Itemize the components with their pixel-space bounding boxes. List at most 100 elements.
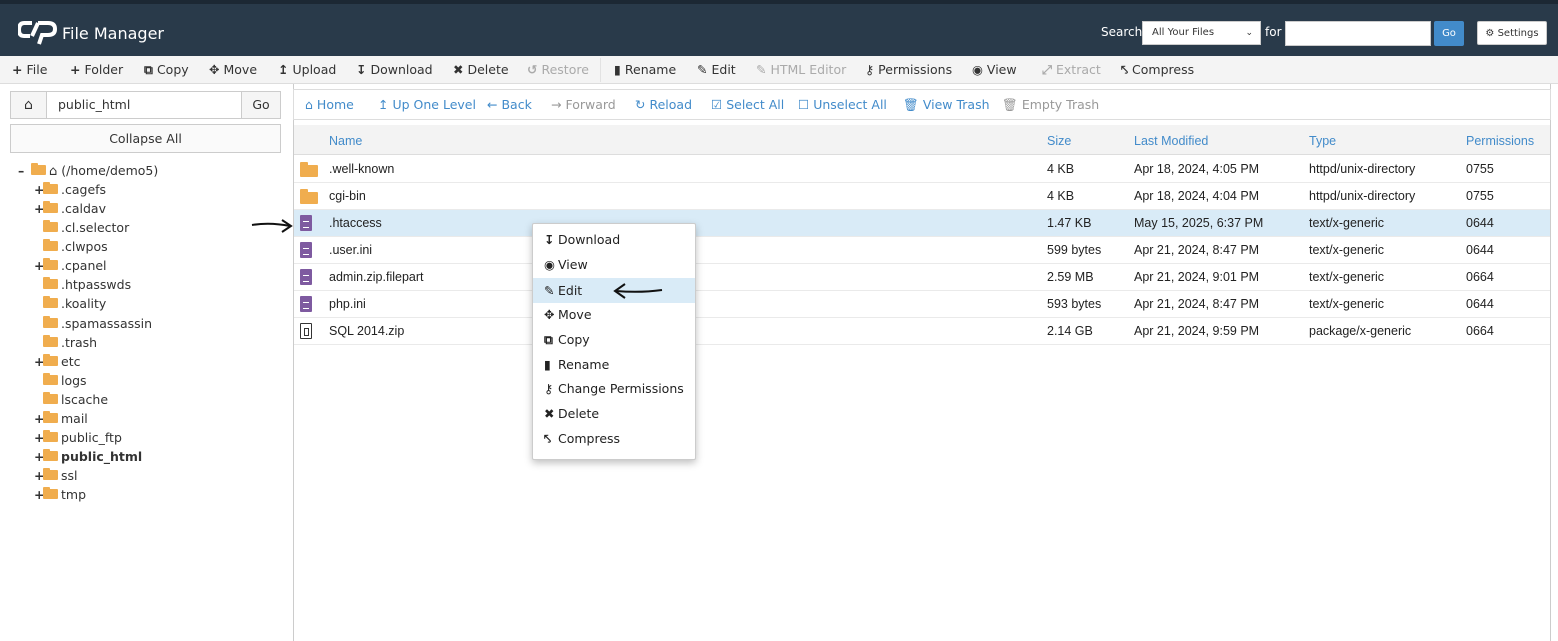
ctx-copy-label: Copy xyxy=(558,332,590,347)
path-input[interactable]: public_html xyxy=(46,91,242,119)
compress-icon: ⤣ xyxy=(1121,62,1129,77)
tree-item[interactable]: .koality xyxy=(34,296,106,314)
tree-item[interactable]: + etc xyxy=(34,354,80,372)
nav-back-button[interactable]: ← Back xyxy=(487,97,532,112)
view-trash-button[interactable]: 🗑 View Trash xyxy=(903,97,990,113)
upload-button[interactable]: ↥ Upload xyxy=(278,62,336,77)
nav-up-button[interactable]: ↥ Up One Level xyxy=(378,97,476,112)
move-button[interactable]: ✥ Move xyxy=(209,62,257,77)
copy-button[interactable]: ⧉ Copy xyxy=(144,62,189,78)
tree-item[interactable]: + public_html xyxy=(34,449,142,467)
tree-item-label: .trash xyxy=(61,335,98,350)
table-row[interactable]: .htaccess 1.47 KB May 15, 2025, 6:37 PM tex… xyxy=(294,210,1550,237)
tree-root[interactable]: – ⌂ (/home/demo5) xyxy=(18,163,158,181)
search-label: Search xyxy=(1101,25,1143,39)
unselect-all-label: Unselect All xyxy=(813,97,887,112)
unselect-all-button[interactable]: ☐ Unselect All xyxy=(798,97,887,112)
plus-icon[interactable]: + xyxy=(34,487,44,502)
ctx-copy[interactable]: ⧉ Copy xyxy=(533,327,695,352)
download-button[interactable]: ↧ Download xyxy=(356,62,433,77)
rename-button[interactable]: ▮ Rename xyxy=(614,62,676,77)
ctx-view[interactable]: ◉ View xyxy=(533,252,695,277)
compress-label: Compress xyxy=(1132,62,1195,77)
tree-item[interactable]: + mail xyxy=(34,411,88,429)
settings-button[interactable]: ⚙ Settings xyxy=(1477,21,1547,45)
permissions-button[interactable]: ⚷ Permissions xyxy=(865,62,952,77)
eye-icon: ◉ xyxy=(544,257,555,272)
tree-item[interactable]: + tmp xyxy=(34,487,86,505)
path-go-button[interactable]: Go xyxy=(241,91,281,119)
edit-button[interactable]: ✎ Edit xyxy=(697,62,736,77)
folder-icon xyxy=(43,392,58,404)
search-go-button[interactable]: Go xyxy=(1434,21,1464,46)
edit-square-icon: ✎ xyxy=(756,62,767,77)
plus-icon[interactable]: + xyxy=(34,201,44,216)
tree-item[interactable]: + .caldav xyxy=(34,201,106,219)
extract-button[interactable]: ⤢ Extract xyxy=(1042,62,1101,78)
tree-item[interactable]: + public_ftp xyxy=(34,430,122,448)
ctx-compress[interactable]: ⤣ Compress xyxy=(533,426,695,451)
delete-button[interactable]: ✖ Delete xyxy=(453,62,509,77)
empty-trash-button[interactable]: 🗑 Empty Trash xyxy=(1002,97,1099,113)
key-icon: ⚷ xyxy=(865,62,875,77)
ctx-move[interactable]: ✥ Move xyxy=(533,302,695,327)
square-icon: ☐ xyxy=(798,97,810,112)
ctx-download[interactable]: ↧ Download xyxy=(533,227,695,252)
tree-item[interactable]: .htpasswds xyxy=(34,277,131,295)
tree-item[interactable]: + ssl xyxy=(34,468,78,486)
ctx-delete[interactable]: ✖ Delete xyxy=(533,401,695,426)
table-row[interactable]: .well-known 4 KB Apr 18, 2024, 4:05 PM http… xyxy=(294,156,1550,183)
table-row[interactable]: .user.ini 599 bytes Apr 21, 2024, 8:47 PM t… xyxy=(294,237,1550,264)
plus-icon[interactable]: + xyxy=(34,411,44,426)
nav-reload-button[interactable]: ↻ Reload xyxy=(635,97,692,112)
folder-icon xyxy=(300,162,318,177)
tree-item[interactable]: .clwpos xyxy=(34,239,108,257)
nav-forward-button[interactable]: → Forward xyxy=(551,97,616,112)
table-row[interactable]: cgi-bin 4 KB Apr 18, 2024, 4:04 PM httpd/un… xyxy=(294,183,1550,210)
tree-item[interactable]: .cl.selector xyxy=(34,220,129,238)
ctx-rename-label: Rename xyxy=(558,357,610,372)
view-button[interactable]: ◉ View xyxy=(972,62,1017,77)
plus-icon[interactable]: + xyxy=(34,182,44,197)
nav-home-button[interactable]: ⌂ Home xyxy=(305,97,354,112)
compress-button[interactable]: ⤣ Compress xyxy=(1121,62,1194,78)
new-file-button[interactable]: + File xyxy=(12,62,47,77)
table-row[interactable]: php.ini 593 bytes Apr 21, 2024, 8:47 PM tex… xyxy=(294,291,1550,318)
restore-label: Restore xyxy=(541,62,589,77)
tree-item[interactable]: .spamassassin xyxy=(34,316,152,334)
collapse-all-button[interactable]: Collapse All xyxy=(10,124,281,153)
plus-icon[interactable]: + xyxy=(34,258,44,273)
download-icon: ↧ xyxy=(544,232,555,247)
ctx-change-permissions[interactable]: ⚷ Change Permissions xyxy=(533,376,695,401)
folder-icon xyxy=(43,258,58,270)
new-folder-button[interactable]: + Folder xyxy=(70,62,123,77)
plus-icon[interactable]: + xyxy=(34,468,44,483)
cell-modified: Apr 21, 2024, 8:47 PM xyxy=(1134,297,1260,311)
column-name-header[interactable]: Name xyxy=(329,134,362,148)
tree-item[interactable]: logs xyxy=(34,373,87,391)
plus-icon[interactable]: + xyxy=(34,430,44,445)
select-all-button[interactable]: ☑ Select All xyxy=(711,97,784,112)
copy-icon: ⧉ xyxy=(144,62,153,77)
search-scope-value: All Your Files xyxy=(1152,27,1215,38)
plus-icon[interactable]: + xyxy=(34,449,44,464)
column-size-header[interactable]: Size xyxy=(1047,134,1071,148)
search-input[interactable] xyxy=(1285,21,1431,46)
home-icon[interactable]: ⌂ xyxy=(10,91,47,119)
table-row[interactable]: admin.zip.filepart 2.59 MB Apr 21, 2024, 9… xyxy=(294,264,1550,291)
tree-item[interactable]: lscache xyxy=(34,392,108,410)
html-editor-button[interactable]: ✎ HTML Editor xyxy=(756,62,846,77)
restore-button[interactable]: ↺ Restore xyxy=(527,62,589,77)
plus-icon[interactable]: + xyxy=(34,354,44,369)
column-permissions-header[interactable]: Permissions xyxy=(1466,134,1534,148)
tree-item[interactable]: + .cagefs xyxy=(34,182,106,200)
ctx-rename[interactable]: ▮ Rename xyxy=(533,352,695,377)
tree-item[interactable]: .trash xyxy=(34,335,97,353)
column-type-header[interactable]: Type xyxy=(1309,134,1336,148)
tree-item-label: public_ftp xyxy=(61,430,122,445)
tree-item[interactable]: + .cpanel xyxy=(34,258,107,276)
table-row[interactable]: SQL 2014.zip 2.14 GB Apr 21, 2024, 9:59 PM… xyxy=(294,318,1550,345)
search-scope-select[interactable]: All Your Files ⌄ xyxy=(1142,21,1261,45)
cell-name: SQL 2014.zip xyxy=(329,324,405,338)
column-modified-header[interactable]: Last Modified xyxy=(1134,134,1208,148)
